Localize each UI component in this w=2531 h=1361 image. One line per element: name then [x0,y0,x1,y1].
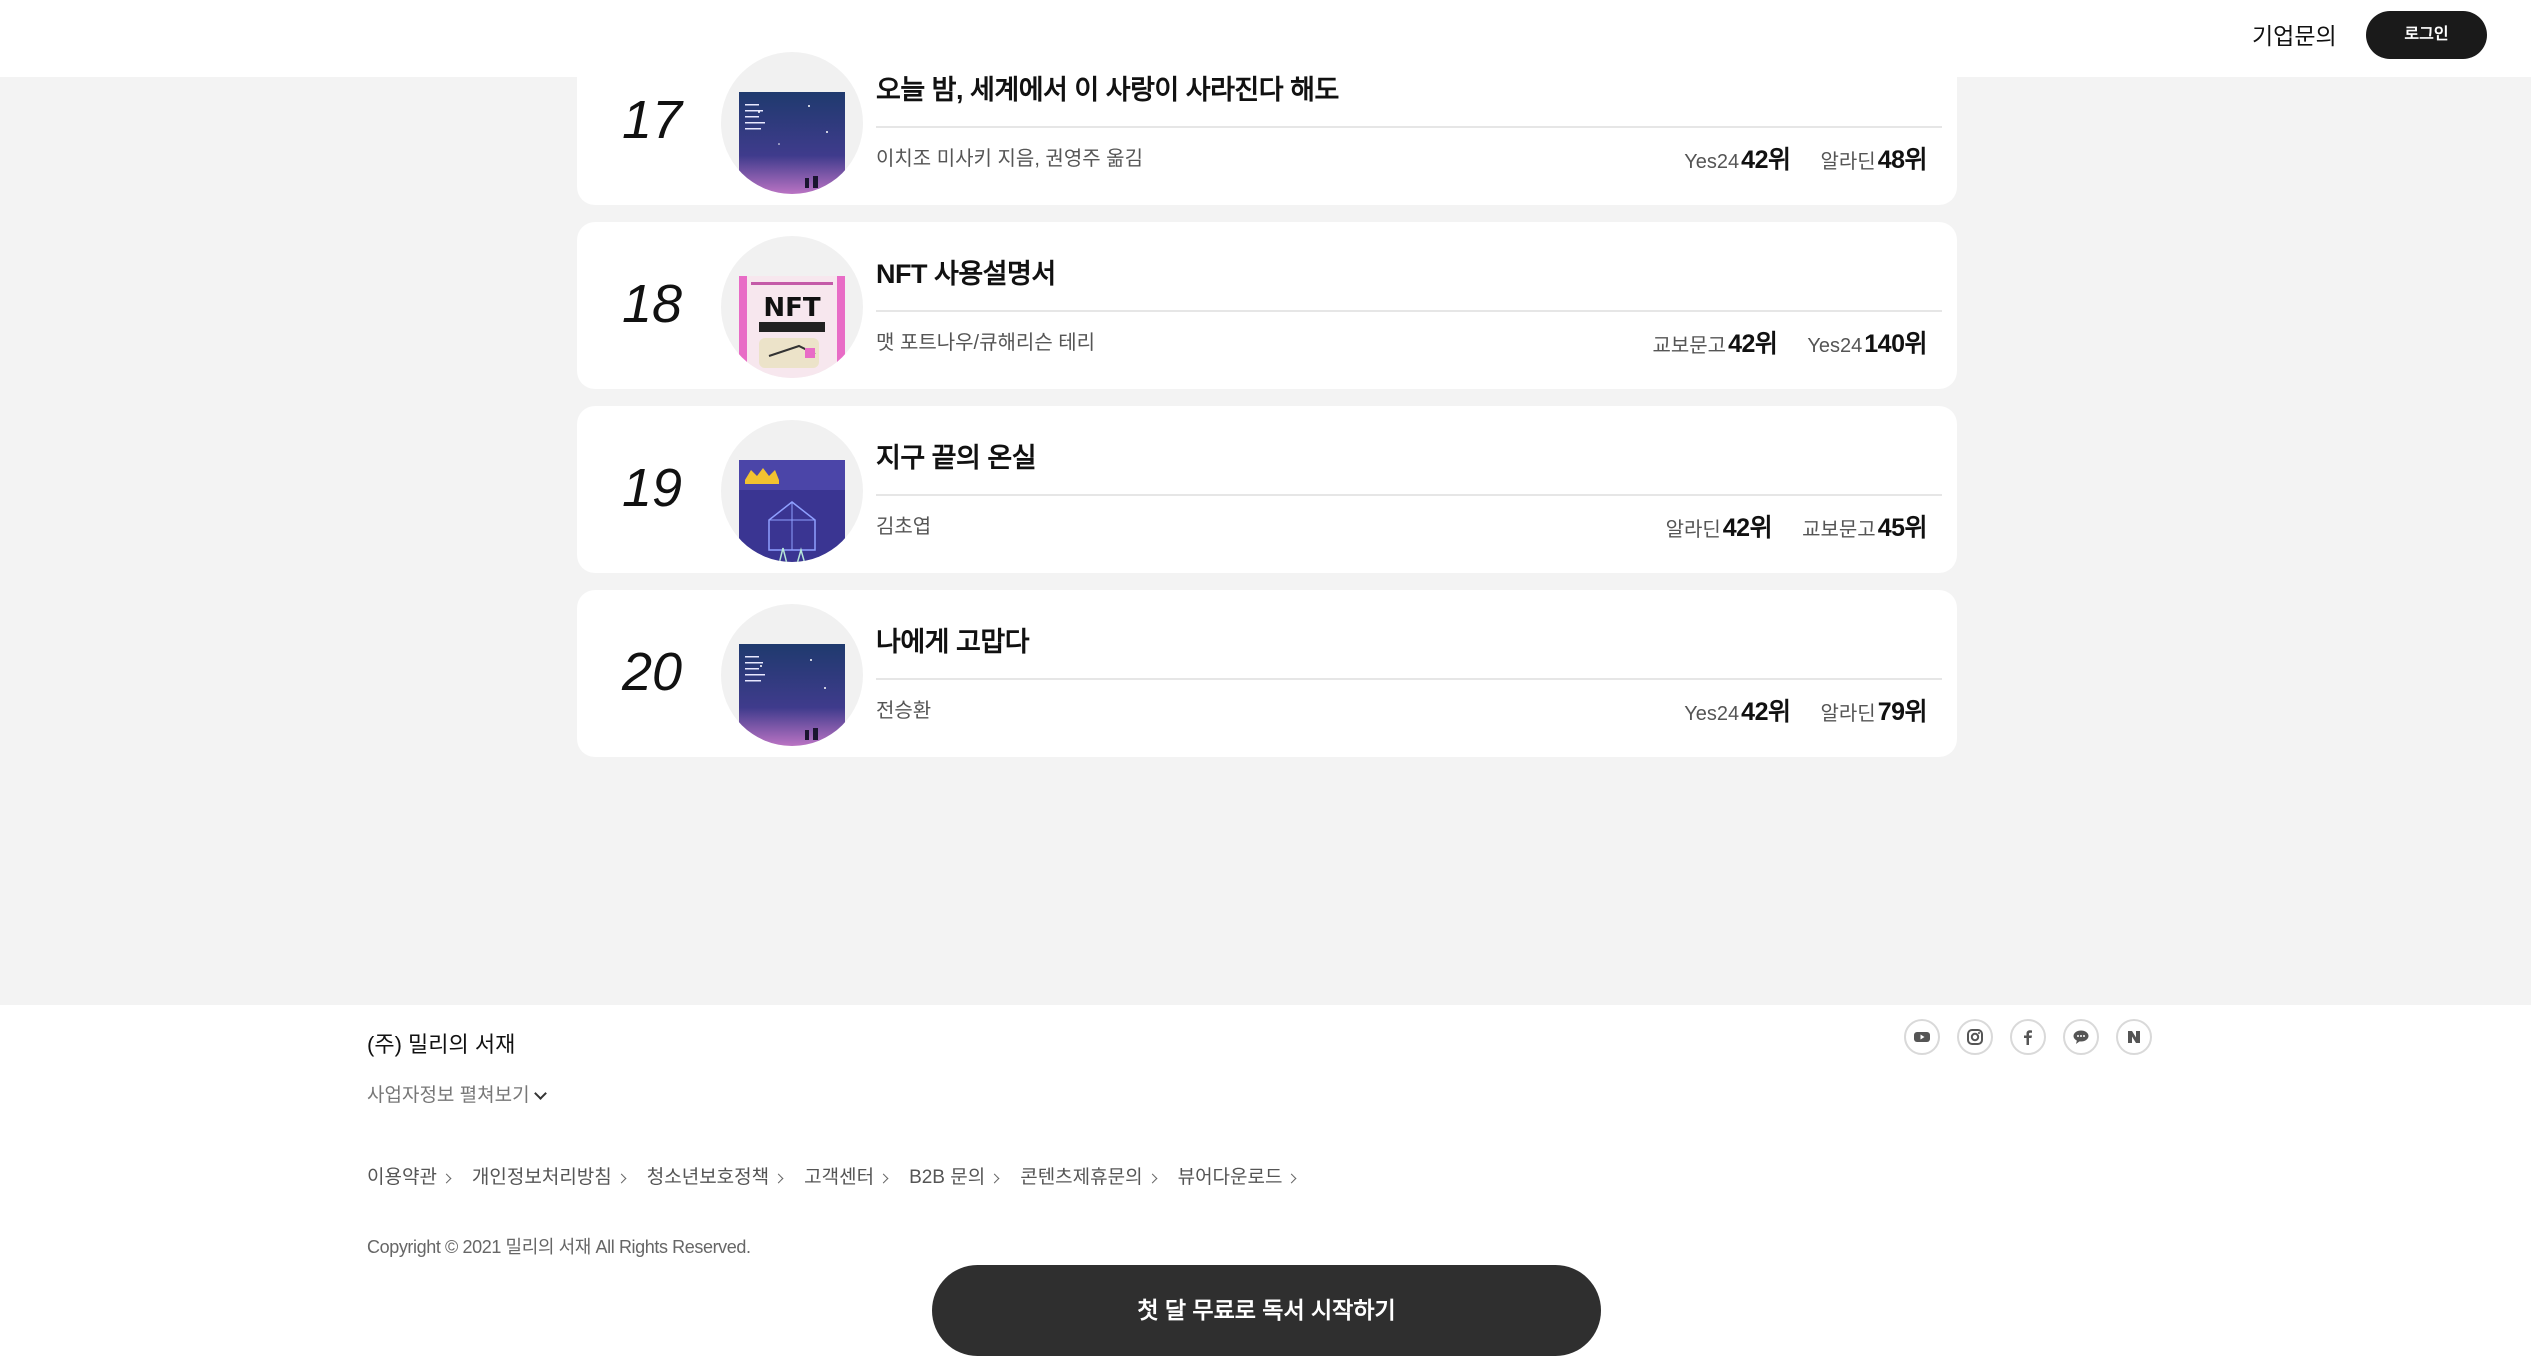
store-rank-value: 48위 [1877,146,1928,174]
footer-link-label: 개인정보처리방침 [471,1167,612,1188]
store-name: 교보문고 [1802,519,1876,541]
footer-link-label: 콘텐츠제휴문의 [1020,1167,1143,1188]
footer-link-privacy[interactable]: 개인정보처리방침 [471,1163,627,1193]
footer-link-terms[interactable]: 이용약관 [367,1163,452,1193]
footer-link-label: 청소년보호정책 [646,1167,770,1188]
divider [876,126,1942,128]
login-button[interactable]: 로그인 [2366,11,2487,59]
footer-link-support[interactable]: 고객센터 [804,1163,889,1193]
book-title[interactable]: 나에게 고맙다 [876,624,1030,660]
footer-link-partnership[interactable]: 콘텐츠제휴문의 [1020,1163,1158,1193]
footer-links: 이용약관 개인정보처리방침 청소년보호정책 고객센터 B2B 문의 콘텐츠제휴문… [367,1163,1297,1193]
svg-text:NFT: NFT [763,293,821,323]
divider [876,678,1942,680]
copyright: Copyright © 2021 밀리의 서재 All Rights Reser… [367,1237,751,1257]
naver-icon[interactable] [2116,1019,2152,1055]
chevron-right-icon [878,1173,889,1183]
footer-link-label: 고객센터 [804,1167,875,1188]
start-free-reading-button[interactable]: 첫 달 무료로 독서 시작하기 [932,1265,1601,1356]
rank-number: 20 [621,642,683,702]
instagram-icon[interactable] [1957,1019,1993,1055]
store-ranks: Yes24 42위 알라딘 79위 [1684,692,1927,728]
chevron-right-icon [989,1173,1000,1183]
footer-link-b2b[interactable]: B2B 문의 [909,1163,1000,1193]
store-name: Yes24 [1807,335,1863,357]
night-sky-cover-image [739,92,845,194]
store-ranks: 교보문고 42위 Yes24 140위 [1652,324,1927,360]
list-item[interactable]: 19 지구 끝의 온실 김초엽 알라딘 42위 교보문고 45위 [577,406,1957,573]
footer-link-label: 이용약관 [367,1167,437,1188]
chevron-right-icon [1147,1173,1158,1183]
book-title[interactable]: 오늘 밤, 세계에서 이 사랑이 사라진다 해도 [876,72,1339,108]
talk-icon[interactable] [2063,1019,2099,1055]
greenhouse-cover-image [739,460,845,562]
chevron-right-icon [441,1173,452,1183]
facebook-icon[interactable] [2010,1019,2046,1055]
book-cover[interactable] [721,604,863,746]
store-rank-value: 42위 [1741,698,1791,726]
book-author: 김초엽 [876,516,932,538]
book-title[interactable]: 지구 끝의 온실 [876,440,1037,476]
company-name: (주) 밀리의 서재 [367,1032,516,1057]
store-ranks: Yes24 42위 알라딘 48위 [1684,140,1927,176]
store-name: 교보문고 [1652,335,1727,357]
store-rank: 알라딘 48위 [1820,140,1927,176]
store-name: 알라딘 [1665,519,1721,541]
store-rank-value: 42위 [1741,146,1791,174]
divider [876,494,1942,496]
footer-link-viewer-download[interactable]: 뷰어다운로드 [1177,1163,1297,1193]
rank-number: 17 [621,90,683,150]
chevron-right-icon [773,1173,784,1183]
book-author: 맷 포트나우/큐해리슨 테리 [876,332,1096,354]
corp-inquiry-link[interactable]: 기업문의 [2252,18,2337,54]
store-name: 알라딘 [1820,703,1876,725]
list-item[interactable]: 17 오늘 밤, 세계에서 이 사랑이 사라진다 해도 이치조 미사키 지음, … [577,38,1957,205]
rank-number: 19 [621,458,683,518]
list-item[interactable]: 20 나에게 고맙다 전승환 Yes24 42위 알라딘 79위 [577,590,1957,757]
chevron-right-icon [616,1173,627,1183]
store-rank: 교보문고 45위 [1802,508,1927,544]
night-sky-cover-image [739,644,845,746]
book-title[interactable]: NFT 사용설명서 [876,256,1056,292]
store-ranks: 알라딘 42위 교보문고 45위 [1666,508,1928,544]
store-name: Yes24 [1684,151,1740,173]
store-rank-value: 42위 [1722,514,1773,542]
footer-link-label: 뷰어다운로드 [1177,1167,1283,1188]
store-rank-value: 45위 [1877,514,1928,542]
store-rank: Yes24 42위 [1684,140,1791,176]
chevron-down-icon [533,1087,547,1100]
rank-number: 18 [621,274,683,334]
book-cover[interactable] [721,420,863,562]
chevron-right-icon [1287,1173,1297,1183]
book-cover[interactable]: NFT [721,236,863,378]
store-rank: Yes24 140위 [1807,324,1927,360]
nft-cover-image: NFT [739,276,845,378]
book-cover[interactable] [721,52,863,194]
store-rank-value: 79위 [1877,698,1928,726]
business-info-label: 사업자정보 펼쳐보기 [367,1085,530,1106]
store-rank: 알라딘 42위 [1666,508,1773,544]
store-rank: 알라딘 79위 [1820,692,1927,728]
divider [876,310,1942,312]
business-info-toggle[interactable]: 사업자정보 펼쳐보기 [367,1081,547,1111]
social-links [1904,1019,2152,1055]
book-author: 전승환 [876,700,932,722]
store-rank: Yes24 42위 [1684,692,1791,728]
page: 기업문의 로그인 17 오늘 밤, 세계에서 이 사랑이 사라진다 해도 이치조… [0,0,2531,1361]
youtube-icon[interactable] [1904,1019,1940,1055]
list-item[interactable]: 18 NFT NFT 사용설명서 맷 포트나우/큐해리슨 테리 교보문고 42위… [577,222,1957,389]
book-author: 이치조 미사키 지음, 권영주 옮김 [876,148,1143,170]
store-rank: 교보문고 42위 [1652,324,1777,360]
footer-link-youth-policy[interactable]: 청소년보호정책 [646,1163,784,1193]
footer-link-label: B2B 문의 [909,1167,986,1188]
store-name: Yes24 [1684,703,1740,725]
store-rank-value: 140위 [1864,330,1927,358]
store-name: 알라딘 [1820,151,1876,173]
store-rank-value: 42위 [1728,330,1778,358]
